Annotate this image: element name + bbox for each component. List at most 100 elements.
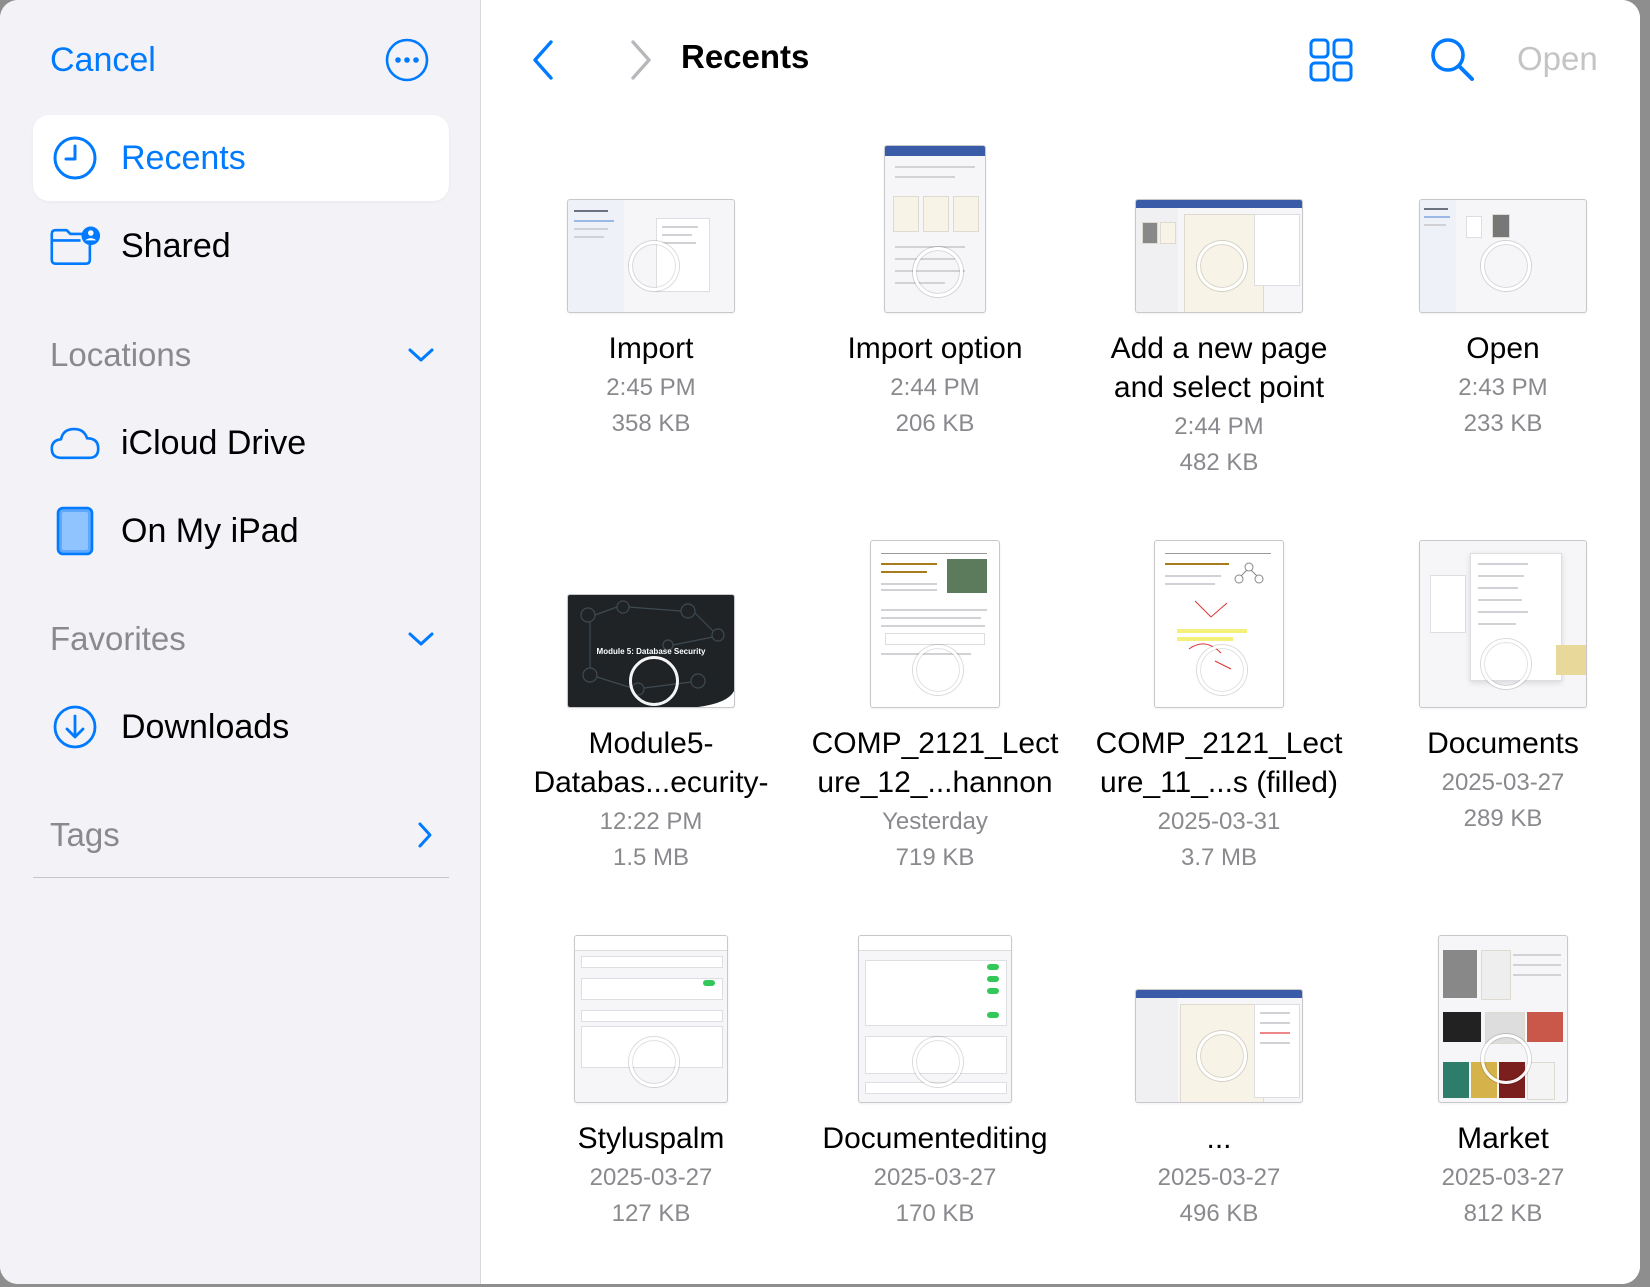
download-icon <box>49 701 101 753</box>
loading-ring <box>1197 645 1247 696</box>
file-size: 812 KB <box>1463 1200 1543 1227</box>
file-grid: Import 2:45 PM 358 KB Import option 2:44… <box>509 135 1640 1284</box>
file-item[interactable]: Import option 2:44 PM 206 KB <box>793 135 1077 530</box>
file-size: 482 KB <box>1179 449 1259 476</box>
file-name: Import <box>608 332 694 365</box>
file-name: Market <box>1457 1122 1549 1155</box>
file-date: 2:45 PM <box>606 374 696 401</box>
file-item[interactable]: Documents 2025-03-27 289 KB <box>1361 530 1640 925</box>
file-size: 289 KB <box>1463 805 1543 832</box>
loading-ring <box>913 645 963 696</box>
file-thumbnail <box>1438 935 1568 1103</box>
file-item[interactable]: Market 2025-03-27 812 KB <box>1361 925 1640 1284</box>
loading-ring <box>1481 638 1531 689</box>
file-date: 12:22 PM <box>599 808 703 835</box>
loading-ring <box>1481 240 1531 291</box>
file-item[interactable]: Documentediting 2025-03-27 170 KB <box>793 925 1077 1284</box>
file-thumbnail <box>1419 199 1587 313</box>
main-content: Recents Open Import 2:45 PM 358 KB Impor… <box>481 0 1640 1284</box>
chevron-right-icon <box>418 822 432 848</box>
file-item[interactable]: Styluspalm 2025-03-27 127 KB <box>509 925 793 1284</box>
sidebar-item-on-my-ipad[interactable]: On My iPad <box>33 488 449 574</box>
loading-ring <box>1197 1030 1247 1081</box>
open-button[interactable]: Open <box>1517 40 1598 78</box>
forward-chevron-icon[interactable] <box>613 34 665 86</box>
sidebar-item-downloads[interactable]: Downloads <box>33 684 449 770</box>
file-item[interactable]: ... 2025-03-27 496 KB <box>1077 925 1361 1284</box>
cloud-icon <box>49 417 101 469</box>
sidebar: Cancel Recents Shared Locations iCloud D… <box>0 0 481 1284</box>
file-thumbnail <box>1135 199 1303 313</box>
chevron-down-icon <box>408 348 434 362</box>
sidebar-item-label: Shared <box>121 226 231 265</box>
sidebar-item-label: iCloud Drive <box>121 423 307 462</box>
clock-icon <box>49 132 101 184</box>
loading-ring <box>913 1036 963 1087</box>
file-date: 2025-03-27 <box>1441 1164 1565 1191</box>
file-item[interactable]: Import 2:45 PM 358 KB <box>509 135 793 530</box>
sidebar-divider <box>33 877 449 878</box>
file-item[interactable]: Open 2:43 PM 233 KB <box>1361 135 1640 530</box>
file-thumbnail <box>1419 540 1587 708</box>
shared-folder-icon <box>49 220 101 272</box>
page-title: Recents <box>681 38 810 75</box>
locations-section-header[interactable]: Locations <box>50 330 436 380</box>
file-name: COMP_2121_Lect ure_12_...hannon <box>811 727 1059 799</box>
back-chevron-icon[interactable] <box>519 34 571 86</box>
loading-ring <box>629 1036 679 1087</box>
file-item[interactable]: Add a new page and select point 2:44 PM … <box>1077 135 1361 530</box>
cancel-button[interactable]: Cancel <box>50 41 156 80</box>
ipad-icon <box>49 505 101 557</box>
file-date: 2025-03-27 <box>873 1164 997 1191</box>
file-date: Yesterday <box>882 808 988 835</box>
file-name: COMP_2121_Lect ure_11_...s (filled) <box>1095 727 1343 799</box>
file-date: 2:44 PM <box>1174 413 1264 440</box>
section-header-label: Favorites <box>50 620 186 657</box>
sidebar-item-icloud-drive[interactable]: iCloud Drive <box>33 400 449 486</box>
file-name: Open <box>1466 332 1540 365</box>
favorites-section-header[interactable]: Favorites <box>50 614 436 664</box>
section-header-label: Locations <box>50 336 192 373</box>
file-thumbnail <box>870 540 1000 708</box>
file-date: 2:44 PM <box>890 374 980 401</box>
file-name: Documentediting <box>822 1122 1048 1155</box>
file-item[interactable]: COMP_2121_Lect ure_11_...s (filled) 2025… <box>1077 530 1361 925</box>
file-name: Module5- Databas...ecurity- <box>533 727 769 799</box>
file-name: Styluspalm <box>577 1122 725 1155</box>
loading-ring <box>1481 1033 1531 1084</box>
file-item[interactable]: Module 5: Database Security Module5- Dat… <box>509 530 793 925</box>
file-date: 2025-03-27 <box>1157 1164 1281 1191</box>
file-name: ... <box>1206 1122 1232 1155</box>
grid-view-icon[interactable] <box>1307 36 1355 84</box>
file-size: 233 KB <box>1463 410 1543 437</box>
file-thumbnail: Module 5: Database Security <box>567 594 735 708</box>
tags-section-header[interactable]: Tags <box>50 810 436 860</box>
loading-ring <box>629 655 679 706</box>
search-icon[interactable] <box>1427 34 1477 84</box>
section-header-label: Tags <box>50 816 120 853</box>
file-size: 358 KB <box>611 410 691 437</box>
file-size: 127 KB <box>611 1200 691 1227</box>
file-size: 1.5 MB <box>612 844 690 871</box>
sidebar-item-label: Recents <box>121 138 246 177</box>
file-thumbnail <box>1154 540 1284 708</box>
file-size: 3.7 MB <box>1180 844 1258 871</box>
loading-ring <box>629 240 679 291</box>
file-size: 170 KB <box>895 1200 975 1227</box>
more-options-icon[interactable] <box>384 37 430 83</box>
toolbar: Recents Open <box>481 30 1640 90</box>
file-size: 719 KB <box>895 844 975 871</box>
file-picker-window: Cancel Recents Shared Locations iCloud D… <box>0 0 1640 1284</box>
sidebar-item-label: On My iPad <box>121 511 299 550</box>
file-thumbnail <box>1135 989 1303 1103</box>
file-thumbnail <box>574 935 728 1103</box>
file-name: Documents <box>1427 727 1579 760</box>
sidebar-item-label: Downloads <box>121 707 290 746</box>
sidebar-item-shared[interactable]: Shared <box>33 203 449 289</box>
thumbnail-caption: Module 5: Database Security <box>596 647 706 656</box>
sidebar-item-recents[interactable]: Recents <box>33 115 449 201</box>
file-date: 2025-03-27 <box>589 1164 713 1191</box>
file-thumbnail <box>884 145 986 313</box>
sidebar-top-bar: Cancel <box>50 34 430 86</box>
file-item[interactable]: COMP_2121_Lect ure_12_...hannon Yesterda… <box>793 530 1077 925</box>
